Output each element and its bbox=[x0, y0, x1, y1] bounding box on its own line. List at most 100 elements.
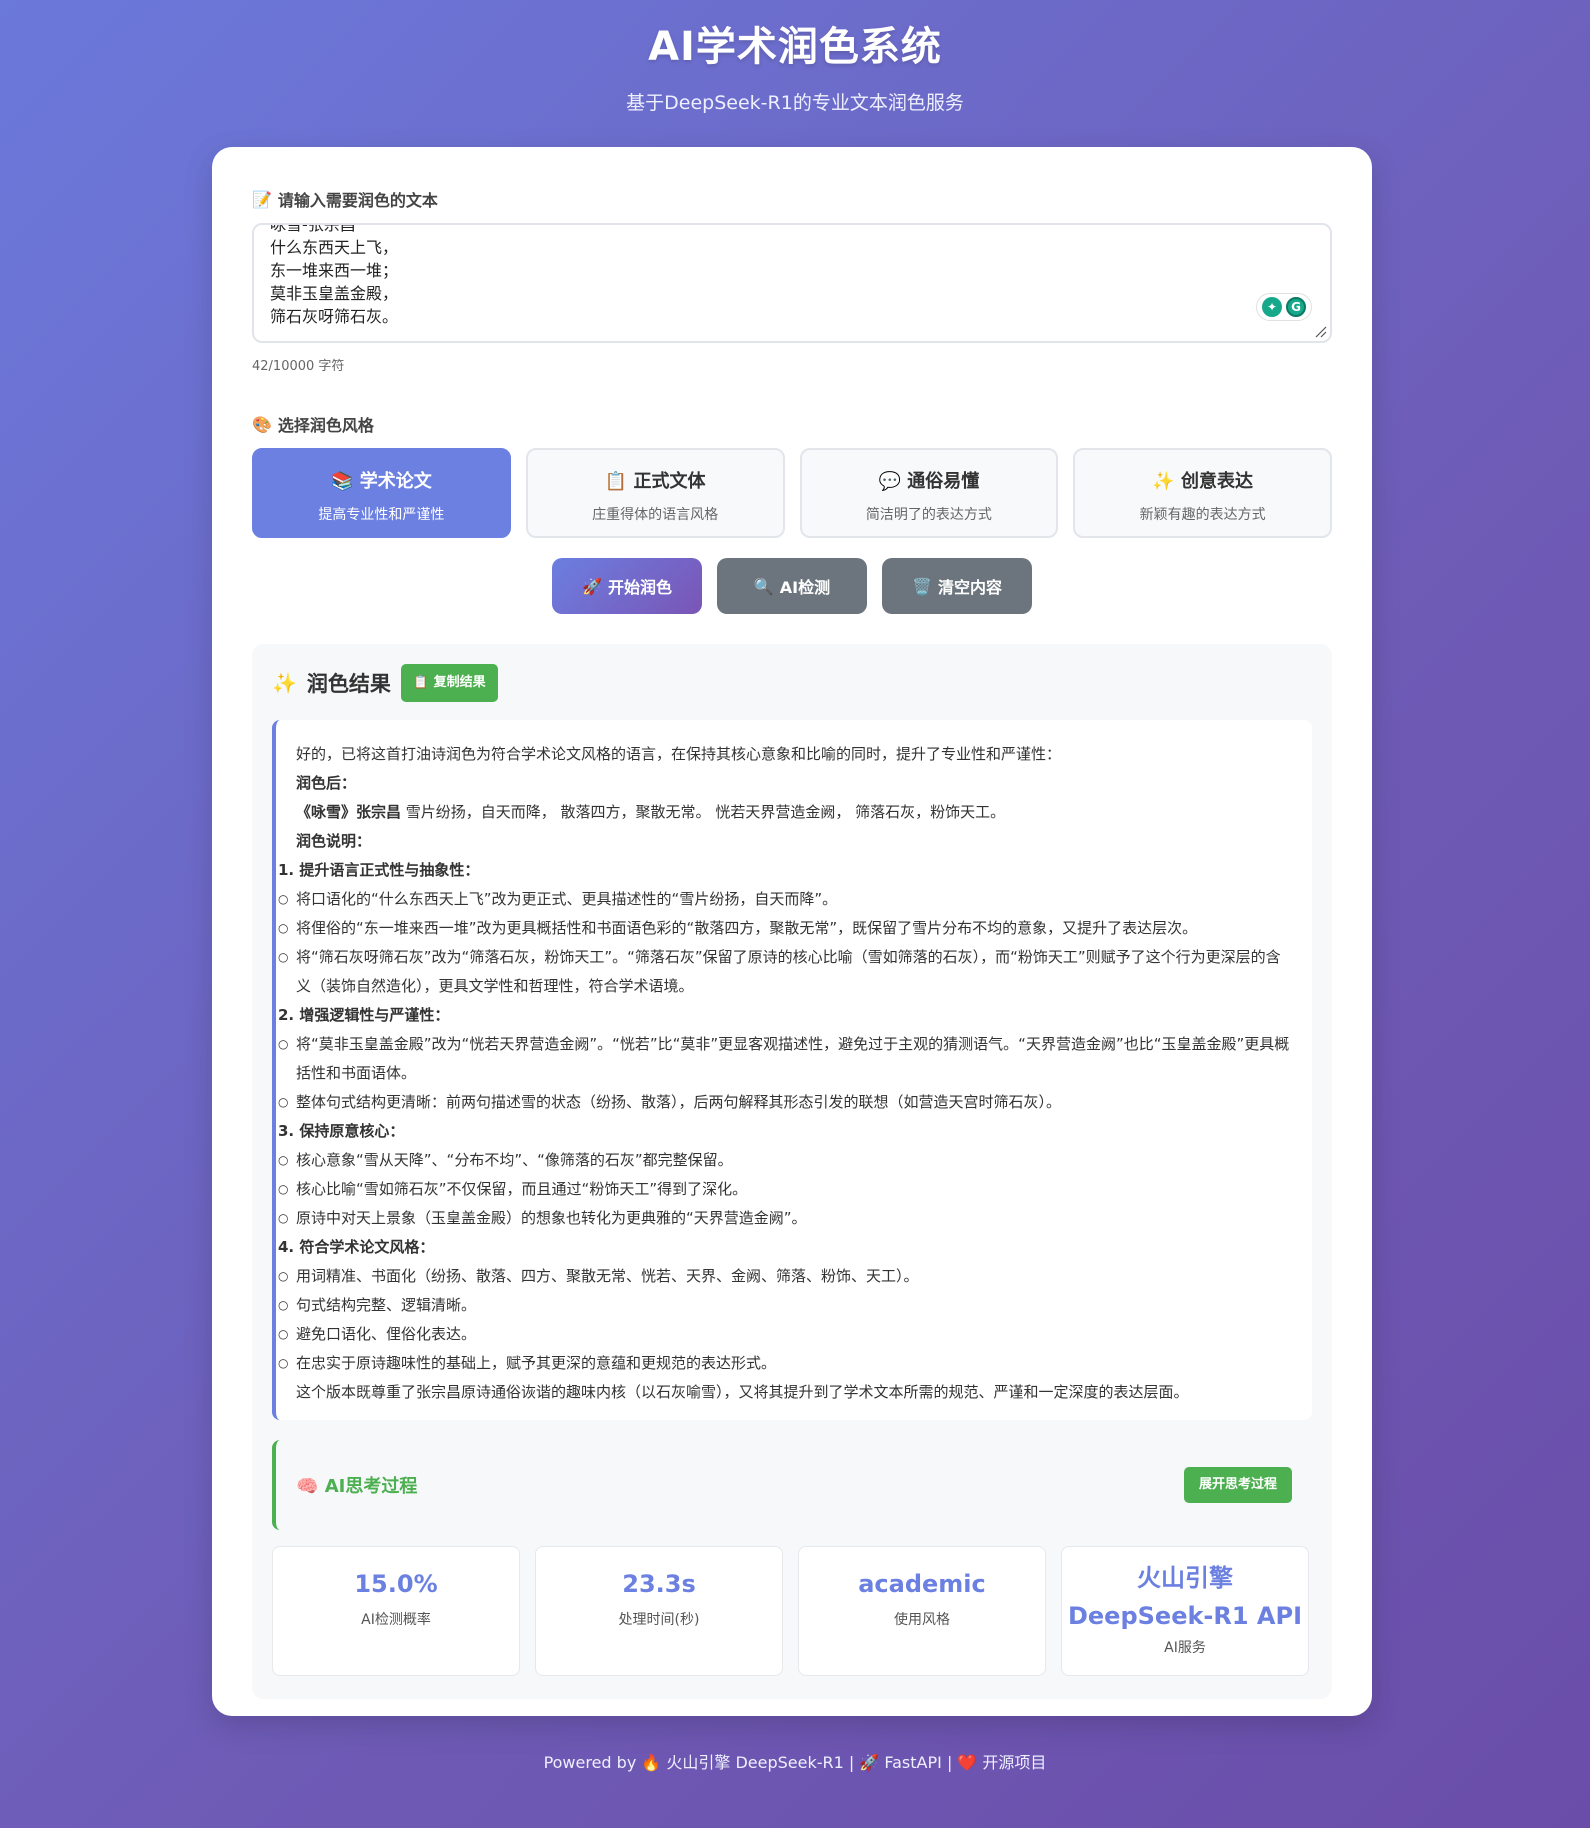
start-polish-button[interactable]: 🚀 开始润色 bbox=[552, 558, 702, 614]
ai-detect-label: AI检测 bbox=[779, 578, 831, 597]
note-section-title: 2. 增强逻辑性与严谨性： bbox=[278, 1001, 1292, 1030]
list-item-text: 原诗中对天上景象（玉皇盖金殿）的想象也转化为更典雅的“天界营造金阙”。 bbox=[296, 1209, 807, 1227]
resize-handle-icon[interactable] bbox=[1313, 324, 1327, 338]
text-line: 筛石灰呀筛石灰。 bbox=[270, 307, 399, 326]
footer: Powered by 🔥 火山引擎 DeepSeek-R1 | 🚀 FastAP… bbox=[543, 1753, 1047, 1772]
page-subtitle: 基于DeepSeek-R1的专业文本润色服务 bbox=[626, 92, 964, 114]
expand-thinking-button[interactable]: 展开思考过程 bbox=[1183, 1467, 1292, 1503]
list-item-text: 将“筛石灰呀筛石灰”改为“筛落石灰，粉饰天工”。“筛落石灰”保留了原诗的核心比喻… bbox=[296, 948, 1281, 995]
result-conclusion: 这个版本既尊重了张宗昌原诗通俗诙谐的趣味内核（以石灰喻雪），又将其提升到了学术文… bbox=[296, 1383, 1189, 1401]
note-num: 4. bbox=[278, 1238, 295, 1256]
stats-row: 15.0% AI检测概率 23.3s 处理时间(秒) academic 使用风格… bbox=[272, 1546, 1312, 1676]
thinking-title: 🧠 AI思考过程 bbox=[296, 1472, 417, 1498]
result-title: 润色结果 bbox=[306, 672, 391, 696]
style-title: 创意表达 bbox=[1180, 471, 1253, 492]
clear-button[interactable]: 🗑️ 清空内容 bbox=[882, 558, 1032, 614]
list-item-text: 核心比喻“雪如筛石灰”不仅保留，而且通过“粉饰天工”得到了深化。 bbox=[296, 1180, 748, 1198]
grammarly-widget[interactable]: ✦ G bbox=[1256, 293, 1312, 321]
list-item: ○ 避免口语化、俚俗化表达。 bbox=[278, 1320, 1292, 1349]
text-line: 东一堆来西一堆； bbox=[270, 261, 399, 280]
main-card: 📝 请输入需要润色的文本 咏雪-张宗昌 什么东西天上飞， 东一堆来西一堆； 莫非… bbox=[212, 147, 1372, 1716]
clipboard-icon: 📋 bbox=[412, 675, 430, 690]
note-num: 1. bbox=[278, 861, 295, 879]
stat-ai-probability: 15.0% AI检测概率 bbox=[272, 1546, 520, 1676]
note-title: 增强逻辑性与严谨性： bbox=[299, 1006, 450, 1024]
ai-detect-button[interactable]: 🔍 AI检测 bbox=[717, 558, 867, 614]
memo-icon: 📝 bbox=[252, 189, 272, 209]
list-item-text: 整体句式结构更清晰：前两句描述雪的状态（纷扬、散落），后两句解释其形态引发的联想… bbox=[296, 1093, 1062, 1111]
grammarly-icon[interactable]: G bbox=[1286, 297, 1306, 317]
style-desc: 新颖有趣的表达方式 bbox=[1139, 507, 1266, 523]
clipboard-icon: 📋 bbox=[604, 471, 628, 492]
poem-body: 雪片纷扬，自天而降， 散落四方，聚散无常。 恍若天界营造金阙， 筛落石灰，粉饰天… bbox=[401, 803, 1006, 821]
result-content: 好的，已将这首打油诗润色为符合学术论文风格的语言，在保持其核心意象和比喻的同时，… bbox=[272, 720, 1312, 1420]
list-item-text: 核心意象“雪从天降”、“分布不均”、“像筛落的石灰”都完整保留。 bbox=[296, 1151, 733, 1169]
list-item: ○ 核心比喻“雪如筛石灰”不仅保留，而且通过“粉饰天工”得到了深化。 bbox=[278, 1175, 1292, 1204]
action-buttons: 🚀 开始润色 🔍 AI检测 🗑️ 清空内容 bbox=[252, 558, 1332, 614]
page-header: AI学术润色系统 基于DeepSeek-R1的专业文本润色服务 bbox=[0, 0, 1590, 115]
style-option-formal[interactable]: 📋 正式文体 庄重得体的语言风格 bbox=[525, 448, 785, 538]
books-icon: 📚 bbox=[331, 471, 354, 492]
result-intro: 好的，已将这首打油诗润色为符合学术论文风格的语言，在保持其核心意象和比喻的同时，… bbox=[296, 745, 1062, 763]
style-desc: 简洁明了的表达方式 bbox=[865, 507, 992, 523]
list-item-text: 在忠实于原诗趣味性的基础上，赋予其更深的意蕴和更规范的表达形式。 bbox=[296, 1354, 777, 1372]
list-item: ○ 将“莫非玉皇盖金殿”改为“恍若天界营造金阙”。“恍若”比“莫非”更显客观描述性… bbox=[278, 1030, 1292, 1088]
list-item: ○ 句式结构完整、逻辑清晰。 bbox=[278, 1291, 1292, 1320]
style-title: 正式文体 bbox=[633, 471, 706, 492]
list-item-text: 将口语化的“什么东西天上飞”改为更正式、更具描述性的“雪片纷扬，自天而降”。 bbox=[296, 890, 838, 908]
input-label: 📝 请输入需要润色的文本 bbox=[252, 187, 1332, 211]
note-title: 保持原意核心： bbox=[299, 1122, 405, 1140]
copy-result-button[interactable]: 📋 复制结果 bbox=[400, 664, 498, 702]
result-header: ✨ 润色结果 📋 复制结果 bbox=[272, 664, 1312, 702]
clear-label: 清空内容 bbox=[937, 578, 1002, 597]
rocket-icon: 🚀 bbox=[582, 576, 602, 596]
stat-value: 火山引擎 bbox=[1137, 1564, 1233, 1592]
note-section-title: 3. 保持原意核心： bbox=[278, 1117, 1292, 1146]
stat-value: 23.3s bbox=[622, 1570, 696, 1598]
notes-label: 润色说明： bbox=[296, 832, 372, 850]
note-section-title: 1. 提升语言正式性与抽象性： bbox=[278, 856, 1292, 885]
note-num: 3. bbox=[278, 1122, 295, 1140]
list-item-text: 句式结构完整、逻辑清晰。 bbox=[296, 1296, 477, 1314]
style-title: 学术论文 bbox=[359, 471, 432, 492]
text-line: 咏雪-张宗昌 bbox=[270, 223, 356, 234]
page-title: AI学术润色系统 bbox=[648, 24, 942, 70]
result-section: ✨ 润色结果 📋 复制结果 好的，已将这首打油诗润色为符合学术论文风格的语言，在… bbox=[252, 644, 1332, 1699]
input-label-text: 请输入需要润色的文本 bbox=[277, 191, 438, 210]
list-item-text: 避免口语化、俚俗化表达。 bbox=[296, 1325, 477, 1343]
text-input[interactable]: 咏雪-张宗昌 什么东西天上飞， 东一堆来西一堆； 莫非玉皇盖金殿， 筛石灰呀筛石… bbox=[252, 223, 1332, 343]
note-title: 提升语言正式性与抽象性： bbox=[299, 861, 480, 879]
char-count: 42/10000 字符 bbox=[252, 359, 345, 374]
style-desc: 提高专业性和严谨性 bbox=[318, 507, 445, 523]
text-line: 莫非玉皇盖金殿， bbox=[270, 284, 399, 303]
start-polish-label: 开始润色 bbox=[607, 578, 672, 597]
style-option-creative[interactable]: ✨ 创意表达 新颖有趣的表达方式 bbox=[1073, 448, 1332, 538]
stat-value-secondary: DeepSeek-R1 API bbox=[1067, 1602, 1303, 1630]
text-line: 什么东西天上飞， bbox=[270, 238, 399, 257]
stat-value: 15.0% bbox=[354, 1570, 438, 1598]
style-label: 🎨 选择润色风格 bbox=[252, 412, 1332, 436]
thinking-title-text: AI思考过程 bbox=[324, 1476, 418, 1497]
palette-icon: 🎨 bbox=[252, 414, 272, 434]
style-desc: 庄重得体的语言风格 bbox=[592, 507, 719, 523]
list-item-text: 将俚俗的“东一堆来西一堆”改为更具概括性和书面语色彩的“散落四方，聚散无常”，既… bbox=[296, 919, 1198, 937]
list-item: ○ 将俚俗的“东一堆来西一堆”改为更具概括性和书面语色彩的“散落四方，聚散无常”，… bbox=[278, 914, 1292, 943]
lightbulb-icon[interactable]: ✦ bbox=[1262, 297, 1282, 317]
copy-result-label: 复制结果 bbox=[433, 675, 486, 690]
brain-icon: 🧠 bbox=[296, 1476, 319, 1497]
style-option-plain[interactable]: 💬 通俗易懂 简洁明了的表达方式 bbox=[799, 448, 1059, 538]
stat-processing-time: 23.3s 处理时间(秒) bbox=[535, 1546, 783, 1676]
speech-bubble-icon: 💬 bbox=[878, 471, 901, 492]
list-item: ○ 在忠实于原诗趣味性的基础上，赋予其更深的意蕴和更规范的表达形式。 bbox=[278, 1349, 1292, 1378]
list-item: ○ 将口语化的“什么东西天上飞”改为更正式、更具描述性的“雪片纷扬，自天而降”。 bbox=[278, 885, 1292, 914]
stat-label: AI检测概率 bbox=[361, 1612, 431, 1628]
style-option-academic[interactable]: 📚 学术论文 提高专业性和严谨性 bbox=[252, 448, 511, 538]
polished-poem: 《咏雪》张宗昌 雪片纷扬，自天而降， 散落四方，聚散无常。 恍若天界营造金阙， … bbox=[296, 798, 1292, 827]
stat-ai-service: 火山引擎 DeepSeek-R1 API AI服务 bbox=[1061, 1546, 1309, 1676]
stat-style: academic 使用风格 bbox=[798, 1546, 1046, 1676]
list-item: ○ 将“筛石灰呀筛石灰”改为“筛落石灰，粉饰天工”。“筛落石灰”保留了原诗的核心比… bbox=[278, 943, 1292, 1001]
list-item: ○ 用词精准、书面化（纷扬、散落、四方、聚散无常、恍若、天界、金阙、筛落、粉饰、天… bbox=[278, 1262, 1292, 1291]
list-item-text: 将“莫非玉皇盖金殿”改为“恍若天界营造金阙”。“恍若”比“莫非”更显客观描述性，… bbox=[296, 1035, 1290, 1082]
trash-icon: 🗑️ bbox=[912, 576, 932, 596]
magnifier-icon: 🔍 bbox=[753, 576, 774, 596]
